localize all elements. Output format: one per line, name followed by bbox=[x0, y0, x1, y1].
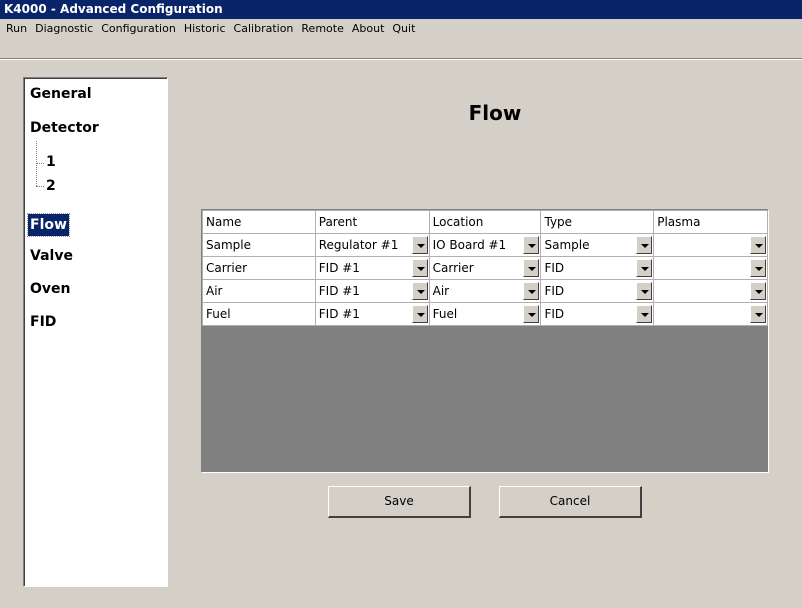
menu-diagnostic[interactable]: Diagnostic bbox=[31, 19, 97, 39]
tree-item-fid[interactable]: FID bbox=[28, 311, 58, 333]
type-value: FID bbox=[544, 307, 565, 321]
menu-about[interactable]: About bbox=[348, 19, 389, 39]
tree-item-detector[interactable]: Detector bbox=[28, 117, 101, 139]
column-header-name: Name bbox=[202, 210, 316, 234]
type-dropdown[interactable]: FID bbox=[540, 256, 655, 280]
menu-bar: Run Diagnostic Configuration Historic Calibr… bbox=[0, 19, 802, 39]
chevron-down-icon[interactable] bbox=[750, 259, 766, 277]
type-dropdown[interactable]: FID bbox=[540, 279, 655, 303]
parent-dropdown[interactable]: Regulator #1 bbox=[314, 233, 430, 257]
navigation-tree[interactable]: General Detector 1 2 Flow Valve Oven FID bbox=[23, 77, 168, 587]
column-header-type: Type bbox=[540, 210, 655, 234]
tree-item-flow[interactable]: Flow bbox=[27, 213, 70, 237]
location-dropdown[interactable]: Fuel bbox=[428, 302, 542, 326]
plasma-dropdown[interactable] bbox=[653, 279, 768, 303]
tree-item-general[interactable]: General bbox=[28, 83, 94, 105]
location-dropdown[interactable]: Carrier bbox=[428, 256, 542, 280]
column-header-parent: Parent bbox=[314, 210, 430, 234]
table-row: Air FID #1 Air FID bbox=[202, 279, 768, 303]
window-title: K4000 - Advanced Configuration bbox=[0, 0, 802, 19]
tree-connector-line bbox=[36, 163, 44, 164]
save-button[interactable]: Save bbox=[328, 486, 471, 518]
column-header-location: Location bbox=[428, 210, 542, 234]
page-title: Flow bbox=[468, 101, 522, 125]
chevron-down-icon[interactable] bbox=[411, 259, 428, 277]
parent-dropdown[interactable]: FID #1 bbox=[314, 279, 430, 303]
table-header-row: Name Parent Location Type Plasma bbox=[202, 210, 768, 234]
chevron-down-icon[interactable] bbox=[636, 305, 653, 323]
tree-item-valve[interactable]: Valve bbox=[28, 245, 75, 267]
chevron-down-icon[interactable] bbox=[750, 305, 766, 323]
tree-item-oven[interactable]: Oven bbox=[28, 278, 73, 300]
table-row: Sample Regulator #1 IO Board #1 Sample bbox=[202, 233, 768, 257]
menu-calibration[interactable]: Calibration bbox=[230, 19, 298, 39]
chevron-down-icon[interactable] bbox=[523, 259, 540, 277]
menu-configuration[interactable]: Configuration bbox=[97, 19, 180, 39]
chevron-down-icon[interactable] bbox=[523, 305, 540, 323]
location-dropdown[interactable]: IO Board #1 bbox=[428, 233, 542, 257]
type-dropdown[interactable]: Sample bbox=[540, 233, 655, 257]
plasma-dropdown[interactable] bbox=[653, 256, 768, 280]
name-cell[interactable]: Carrier bbox=[202, 256, 316, 280]
menu-historic[interactable]: Historic bbox=[180, 19, 230, 39]
chevron-down-icon[interactable] bbox=[750, 282, 766, 300]
tree-item-detector-2[interactable]: 2 bbox=[44, 175, 58, 197]
location-value: Carrier bbox=[432, 261, 474, 275]
plasma-dropdown[interactable] bbox=[653, 302, 768, 326]
column-header-plasma: Plasma bbox=[653, 210, 768, 234]
parent-value: FID #1 bbox=[318, 307, 360, 321]
parent-value: FID #1 bbox=[318, 284, 360, 298]
parent-dropdown[interactable]: FID #1 bbox=[314, 256, 430, 280]
parent-value: Regulator #1 bbox=[318, 238, 399, 252]
location-value: IO Board #1 bbox=[432, 238, 507, 252]
name-cell[interactable]: Sample bbox=[202, 233, 316, 257]
type-dropdown[interactable]: FID bbox=[540, 302, 655, 326]
location-value: Fuel bbox=[432, 307, 458, 321]
chevron-down-icon[interactable] bbox=[523, 236, 540, 254]
chevron-down-icon[interactable] bbox=[411, 305, 428, 323]
chevron-down-icon[interactable] bbox=[411, 236, 428, 254]
chevron-down-icon[interactable] bbox=[750, 236, 766, 254]
chevron-down-icon[interactable] bbox=[636, 236, 653, 254]
name-cell[interactable]: Fuel bbox=[202, 302, 316, 326]
menu-separator bbox=[0, 58, 802, 60]
location-dropdown[interactable]: Air bbox=[428, 279, 542, 303]
name-cell[interactable]: Air bbox=[202, 279, 316, 303]
type-value: FID bbox=[544, 284, 565, 298]
tree-connector-line bbox=[36, 186, 44, 187]
location-value: Air bbox=[432, 284, 450, 298]
flow-table[interactable]: Name Parent Location Type Plasma Sample … bbox=[201, 209, 769, 473]
parent-dropdown[interactable]: FID #1 bbox=[314, 302, 430, 326]
chevron-down-icon[interactable] bbox=[636, 259, 653, 277]
parent-value: FID #1 bbox=[318, 261, 360, 275]
type-value: Sample bbox=[544, 238, 590, 252]
chevron-down-icon[interactable] bbox=[523, 282, 540, 300]
chevron-down-icon[interactable] bbox=[411, 282, 428, 300]
type-value: FID bbox=[544, 261, 565, 275]
table-row: Carrier FID #1 Carrier FID bbox=[202, 256, 768, 280]
menu-quit[interactable]: Quit bbox=[388, 19, 419, 39]
menu-run[interactable]: Run bbox=[2, 19, 31, 39]
table-row: Fuel FID #1 Fuel FID bbox=[202, 302, 768, 326]
menu-remote[interactable]: Remote bbox=[297, 19, 347, 39]
tree-item-detector-1[interactable]: 1 bbox=[44, 151, 58, 173]
chevron-down-icon[interactable] bbox=[636, 282, 653, 300]
cancel-button[interactable]: Cancel bbox=[499, 486, 642, 518]
plasma-dropdown[interactable] bbox=[653, 233, 768, 257]
